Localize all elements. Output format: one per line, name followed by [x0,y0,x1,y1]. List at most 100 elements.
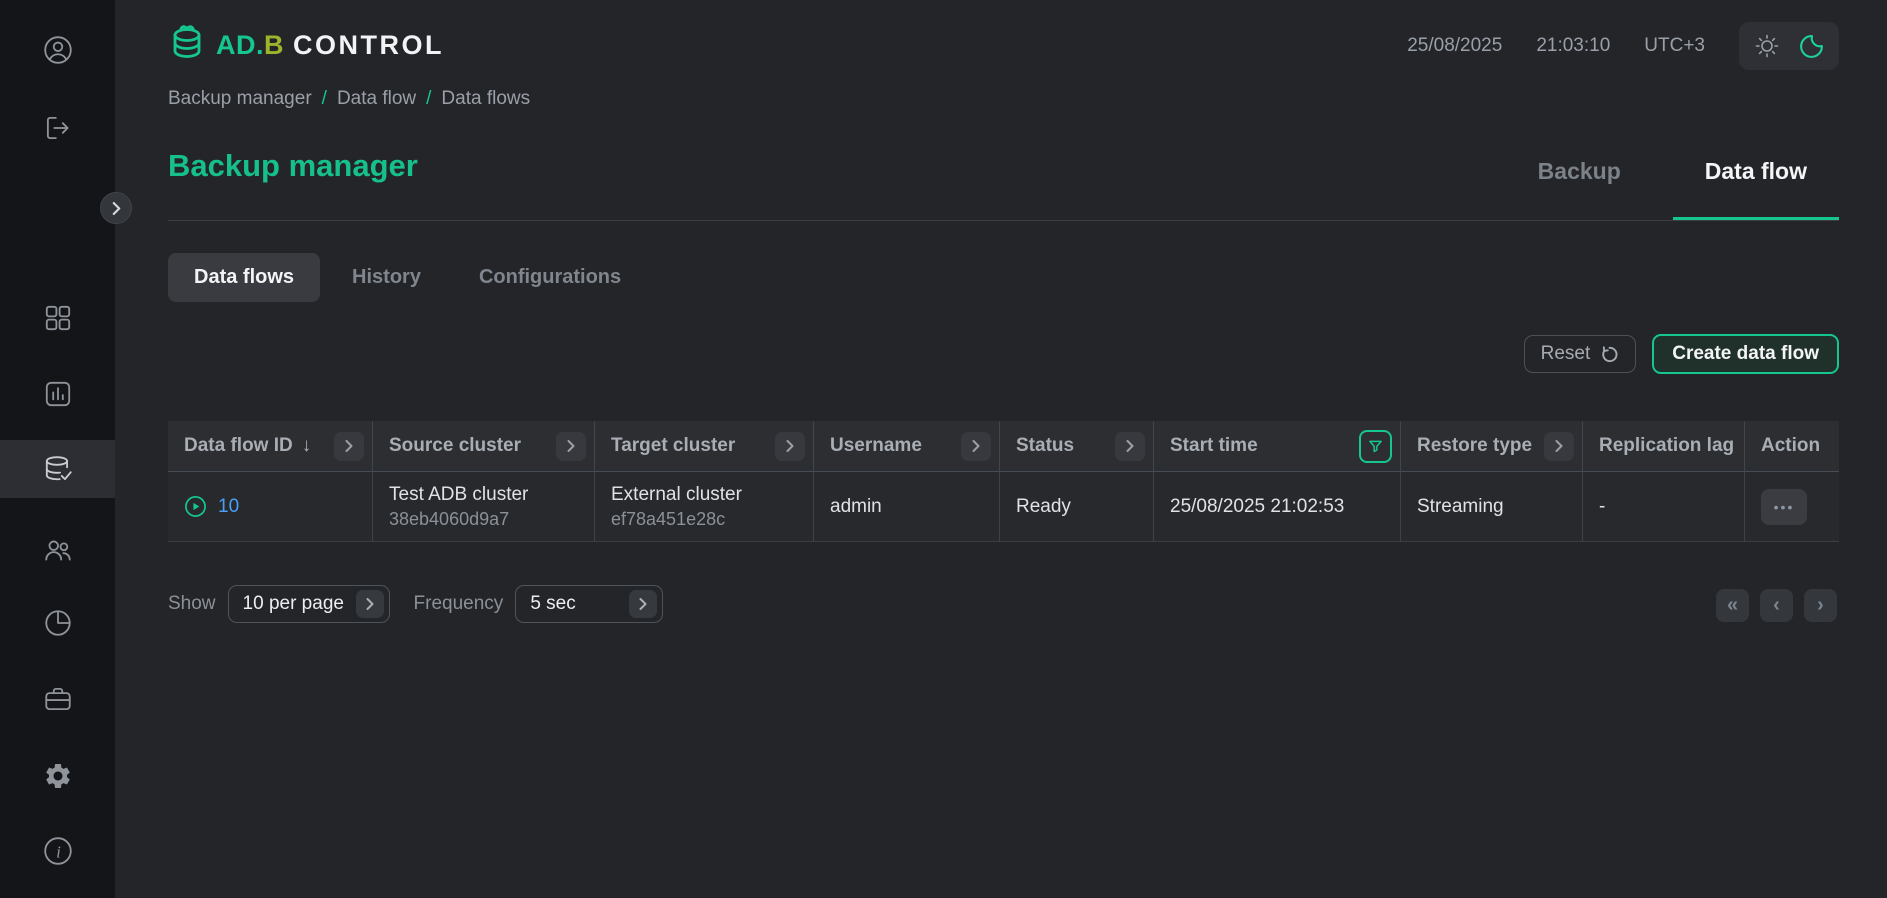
sidebar-item-jobs[interactable] [0,677,115,721]
frequency-value: 5 sec [530,593,576,614]
page-size-value: 10 per page [242,593,344,614]
show-label: Show [168,593,216,614]
column-label: Username [830,435,922,456]
main-tabs: Backup Data flow [1506,158,1839,220]
create-data-flow-button[interactable]: Create data flow [1652,334,1839,374]
page-size-select[interactable]: 10 per page [227,585,390,623]
column-header-status[interactable]: Status [1000,421,1154,472]
logo-part-b: B [264,29,284,60]
sidebar-item-monitoring[interactable] [0,372,115,416]
column-header-start-time[interactable]: Start time [1154,421,1401,472]
sidebar-item-logout[interactable] [0,106,115,150]
sidebar-item-reports[interactable] [0,601,115,645]
breadcrumb-separator: / [321,88,327,109]
column-label: Replication lag [1599,435,1735,456]
username-value: admin [830,495,882,517]
column-menu-button[interactable] [1544,431,1574,461]
subtab-data-flows[interactable]: Data flows [168,253,321,302]
tab-data-flow[interactable]: Data flow [1672,158,1839,220]
sidebar-item-dashboard[interactable] [0,296,115,340]
tabs-divider [168,220,1839,221]
moon-icon [1798,33,1825,60]
restore-type-value: Streaming [1417,495,1504,517]
chevron-right-icon [112,201,121,215]
source-cluster-id: 38eb4060d9a7 [389,508,510,529]
briefcase-icon [42,683,74,715]
data-flows-table: Data flow ID ↓ Source cluster Target clu… [168,421,1839,542]
gear-icon [43,761,73,791]
column-header-username[interactable]: Username [814,421,1000,472]
sidebar-item-backup[interactable] [0,447,115,491]
logo-part-ad: AD. [216,29,264,60]
sidebar-item-users[interactable] [0,528,115,572]
play-button[interactable] [184,495,207,518]
clock-area: 25/08/2025 21:03:10 UTC+3 [1407,22,1839,70]
column-header-restore-type[interactable]: Restore type [1401,421,1583,472]
table-row-cell-start-time: 25/08/2025 21:02:53 [1154,472,1401,542]
breadcrumb-backup-manager[interactable]: Backup manager [168,88,312,110]
subtab-history[interactable]: History [326,253,447,302]
sidebar-item-info[interactable]: i [0,829,115,873]
breadcrumb-data-flows[interactable]: Data flows [441,88,530,110]
table-row-cell-id: 10 [168,472,373,542]
chevron-down-icon [629,590,658,618]
column-header-source-cluster[interactable]: Source cluster [373,421,595,472]
reset-button-label: Reset [1540,343,1591,364]
sidebar-item-settings[interactable] [0,754,115,798]
tab-backup[interactable]: Backup [1506,158,1653,220]
sun-icon [1754,33,1780,59]
target-cluster-name: External cluster [611,483,742,505]
timezone: UTC+3 [1644,35,1705,56]
column-label: Restore type [1417,435,1533,456]
more-actions-icon: ••• [1773,498,1795,515]
column-header-target-cluster[interactable]: Target cluster [595,421,814,472]
column-menu-button[interactable] [775,431,805,461]
pie-chart-icon [42,607,74,639]
theme-toggle [1739,22,1839,70]
light-theme-button[interactable] [1754,33,1780,59]
column-menu-button[interactable] [334,431,364,461]
sort-desc-icon: ↓ [301,435,312,456]
first-page-icon: « [1726,594,1739,616]
frequency-select[interactable]: 5 sec [515,585,664,623]
column-menu-button[interactable] [961,431,991,461]
dark-theme-button[interactable] [1798,33,1825,60]
funnel-icon [1368,439,1383,454]
column-menu-button[interactable] [556,431,586,461]
table-row-cell-restore-type: Streaming [1401,472,1583,542]
subtab-configurations[interactable]: Configurations [453,253,647,302]
next-page-button[interactable]: › [1804,589,1837,622]
sidebar-expand-button[interactable] [100,192,132,224]
table-row-cell-target-cluster: External cluster ef78a451e28c [595,472,814,542]
row-actions-button[interactable]: ••• [1761,488,1807,525]
current-time: 21:03:10 [1536,35,1611,56]
column-menu-button[interactable] [1115,431,1145,461]
status-value: Ready [1016,495,1071,517]
breadcrumb-data-flow[interactable]: Data flow [337,88,416,110]
chevron-down-icon [355,590,384,618]
data-flow-id-link[interactable]: 10 [218,496,239,518]
grid-icon [42,302,74,334]
prev-page-button[interactable]: ‹ [1760,589,1793,622]
breadcrumb: Backup manager / Data flow / Data flows [168,88,530,110]
logo-text: AD.B CONTROL [216,30,444,61]
filter-button[interactable] [1359,429,1392,463]
target-cluster-id: ef78a451e28c [611,508,726,529]
database-check-icon [42,453,74,485]
column-header-data-flow-id[interactable]: Data flow ID ↓ [168,421,373,472]
table-row-cell-username: admin [814,472,1000,542]
first-page-button[interactable]: « [1716,589,1749,622]
column-label: Start time [1170,435,1258,456]
breadcrumb-separator: / [426,88,432,109]
info-icon: i [42,835,74,867]
refresh-icon [1600,345,1619,364]
reset-button[interactable]: Reset [1523,335,1637,373]
column-header-replication-lag[interactable]: Replication lag [1583,421,1745,472]
page-title: Backup manager [168,148,418,183]
prev-page-icon: ‹ [1773,594,1780,616]
app-logo[interactable]: AD.B CONTROL [168,24,444,66]
bar-chart-icon [42,378,74,410]
svg-text:i: i [56,842,61,861]
users-icon [42,534,74,566]
sidebar-item-profile[interactable] [0,28,115,72]
